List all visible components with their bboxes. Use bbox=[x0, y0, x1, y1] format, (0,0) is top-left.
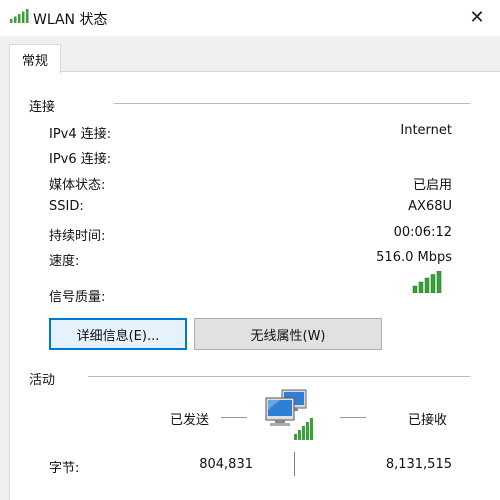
received-dash bbox=[340, 417, 366, 418]
media-state-value: 已启用 bbox=[412, 178, 452, 193]
received-label: 已接收 bbox=[408, 413, 448, 428]
window-title: WLAN 状态 bbox=[33, 12, 108, 28]
ssid-label: SSID: bbox=[49, 199, 84, 214]
ipv4-value: Internet bbox=[400, 123, 452, 138]
tab-general[interactable]: 常规 bbox=[9, 44, 61, 74]
sent-dash bbox=[221, 417, 247, 418]
connection-group-line bbox=[114, 103, 470, 104]
bytes-received-value: 8,131,515 bbox=[385, 457, 452, 472]
signal-strength-icon bbox=[412, 271, 442, 293]
general-panel: 连接 IPv4 连接: Internet IPv6 连接: 媒体状态: 已启用 … bbox=[9, 71, 500, 500]
tab-general-label: 常规 bbox=[21, 54, 48, 69]
activity-group-label: 活动 bbox=[29, 373, 56, 388]
wifi-signal-icon bbox=[10, 9, 29, 23]
details-button-label: 详细信息(E)... bbox=[76, 328, 160, 344]
title-bar[interactable]: WLAN 状态 ✕ bbox=[0, 0, 500, 36]
media-state-label: 媒体状态: bbox=[49, 178, 106, 193]
wlan-status-window: WLAN 状态 ✕ 常规 连接 IPv4 连接: Internet IPv6 连… bbox=[0, 0, 500, 500]
ipv4-label: IPv4 连接: bbox=[49, 127, 112, 142]
ipv6-label: IPv6 连接: bbox=[49, 152, 112, 167]
duration-label: 持续时间: bbox=[49, 229, 106, 244]
ssid-value: AX68U bbox=[408, 199, 452, 214]
bytes-divider bbox=[294, 452, 295, 476]
close-button[interactable]: ✕ bbox=[454, 0, 500, 34]
signal-quality-label: 信号质量: bbox=[49, 290, 106, 305]
network-computers-icon bbox=[265, 389, 313, 440]
connection-group-label: 连接 bbox=[29, 100, 56, 115]
activity-group-line bbox=[88, 376, 470, 377]
wireless-properties-button[interactable]: 无线属性(W) bbox=[194, 318, 382, 350]
duration-value: 00:06:12 bbox=[393, 225, 452, 240]
bytes-sent-value: 804,831 bbox=[199, 457, 253, 472]
speed-value: 516.0 Mbps bbox=[376, 250, 452, 265]
tab-strip: 常规 bbox=[0, 36, 500, 74]
sent-label: 已发送 bbox=[170, 413, 210, 428]
speed-label: 速度: bbox=[49, 254, 80, 269]
wireless-properties-button-label: 无线属性(W) bbox=[250, 328, 326, 344]
bytes-label: 字节: bbox=[49, 461, 80, 476]
close-icon: ✕ bbox=[469, 6, 485, 28]
details-button[interactable]: 详细信息(E)... bbox=[49, 318, 187, 350]
